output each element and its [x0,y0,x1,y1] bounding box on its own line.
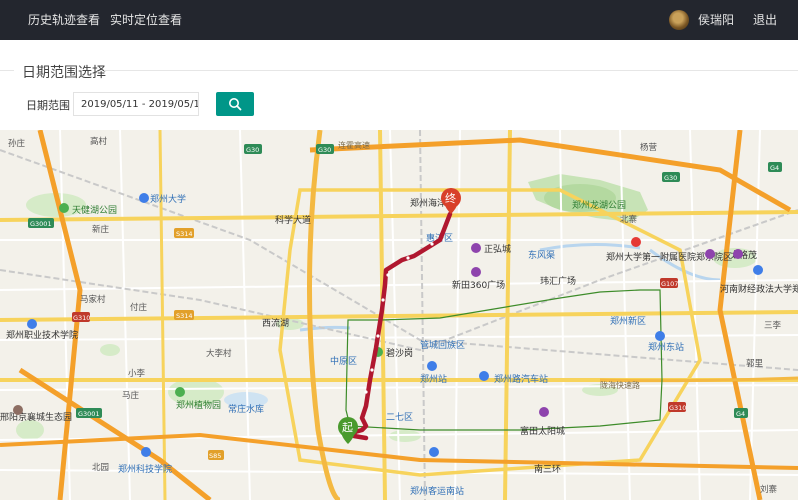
label-weiji: 玮汇广场 [540,275,576,287]
logout-link[interactable]: 退出 [753,0,777,40]
label-kexue-road: 科学大道 [275,214,311,226]
search-button[interactable] [216,92,254,116]
start-marker-label: 起 [342,421,353,434]
label-mazhuang: 马庄 [122,390,140,401]
label-dasi: 大李村 [206,348,232,359]
nav-realtime-location[interactable]: 实时定位查看 [110,0,182,40]
park-icon [59,203,69,213]
shield-g107: G107 [661,280,678,288]
shield-g310-b: G310 [669,404,686,412]
park-icon-c [175,387,185,397]
district-boundary [345,289,663,431]
shield-s314-b: S314 [176,312,193,320]
shield-g30-a: G30 [246,146,259,154]
label-xintian: 新田360广场 [452,279,505,291]
label-zhenghong: 正弘城 [484,244,511,255]
shopping-icon-c [539,407,549,417]
label-xiliu: 西流湖 [262,317,289,329]
label-xiaoli: 小李 [128,368,146,379]
shield-g4: G4 [770,164,779,172]
shield-g30-c: G30 [664,174,677,182]
section-title: 日期范围选择 [22,65,106,81]
label-liuzhai: 刘寨 [760,484,778,495]
shield-g3001-b: G3001 [78,410,100,418]
mall-icon [705,249,715,259]
label-gao: 高村 [90,136,108,147]
search-icon [229,98,242,111]
label-tianjian-park: 天健湖公园 [72,204,117,216]
nav-history-track[interactable]: 历史轨迹查看 [28,0,100,40]
bus-station-icon [479,371,489,381]
label-changzhuang: 常庄水库 [228,403,264,415]
map-canvas[interactable]: G30 G30 G30 G3001 G3001 S314 S314 G310 G… [0,130,798,500]
section-divider [104,70,798,71]
user-avatar[interactable] [669,10,689,30]
label-erqi: 二七区 [386,412,413,423]
shield-s85: S85 [209,452,221,460]
scenic-icon [13,405,23,415]
label-majiacun: 马家村 [80,294,106,305]
label-coach-south: 郑州客运南站 [410,485,464,497]
start-marker[interactable]: 起 [338,417,358,444]
label-xinyang: 邢阳京襄城生态园 [0,411,72,423]
label-zhengzhou-xinqu: 郑州新区 [610,315,646,327]
shield-s314: S314 [176,230,193,238]
label-xinzhuang: 新庄 [92,224,110,235]
label-yangying: 杨营 [640,142,657,153]
label-zhengzhou-vocational: 郑州职业技术学院 [6,329,78,341]
label-beizhai: 北寨 [620,214,638,225]
label-fucheng: 富田太阳城 [520,425,565,437]
label-zhongyuan: 中原区 [330,355,357,367]
shield-g4-b: G4 [736,410,745,418]
label-guancheng: 管城回族区 [420,339,465,351]
label-fuxiang: 付庄 [130,302,148,313]
shield-g310: G310 [73,314,90,322]
label-longhu-park: 郑州龙湖公园 [572,199,626,211]
label-zhengzhou-east: 郑州东站 [648,341,684,353]
hospital-icon [631,237,641,247]
top-nav-bar: 历史轨迹查看 实时定位查看 侯瑞阳 退出 [0,0,798,40]
shopping-icon-b [471,267,481,277]
label-sunzhuang: 孙庄 [8,138,26,149]
end-marker-label: 终 [445,191,456,205]
train-icon [655,331,665,341]
shopping-icon [471,243,481,253]
station-icon [427,361,437,371]
label-zhengzhou-bus: 郑州路汽车站 [494,373,548,385]
section-divider-left [0,70,14,71]
label-nansan: 南三环 [534,463,561,475]
label-beiyuan: 北园 [92,463,109,473]
shield-g30-b: G30 [318,146,331,154]
date-range-input[interactable] [73,92,199,116]
mall-icon-b [733,249,743,259]
school-icon [139,193,149,203]
map-view[interactable]: G30 G30 G30 G3001 G3001 S314 S314 G310 G… [0,130,798,500]
label-guoli: 郭里 [746,358,764,369]
label-bishagang: 碧沙岗 [386,347,413,359]
label-lianhuo: 连霍高速 [338,140,370,150]
label-dongfeng: 东风渠 [528,249,555,261]
label-zhengzhou-station: 郑州站 [420,373,447,385]
label-zhengzhou-univ: 郑州大学 [150,193,186,205]
trajectory-line [351,211,453,441]
label-zhengzhou-haiyang: 郑州海洋 [410,197,446,209]
school-icon-b [753,265,763,275]
date-range-label: 日期范围 [26,99,70,112]
school-icon-d [141,447,151,457]
label-botanical: 郑州植物园 [176,399,221,411]
station-icon-b [429,447,439,457]
label-longhai: 陇海快速路 [600,380,640,390]
shield-g3001: G3001 [30,220,52,228]
label-tech-college: 郑州科技学院 [118,463,172,475]
school-icon-c [27,319,37,329]
label-sanli: 三李 [764,320,782,331]
user-name[interactable]: 侯瑞阳 [698,0,734,40]
label-finance-univ: 河南财经政法大学郑东校区 [720,283,798,295]
